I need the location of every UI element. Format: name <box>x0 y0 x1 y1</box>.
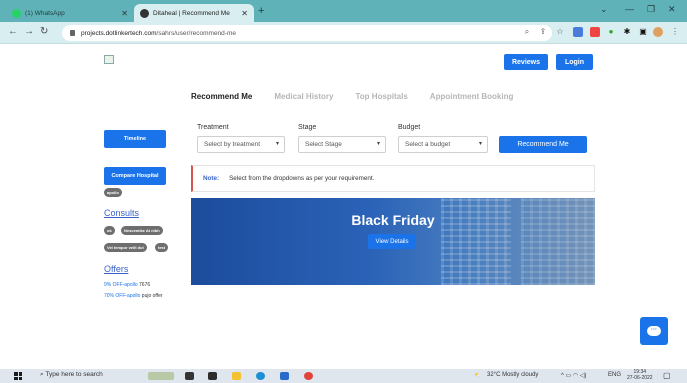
menu-kebab-icon[interactable]: ⋮ <box>670 27 680 37</box>
browser-tabstrip: (1) WhatsApp ✕ Ditaheal | Recommend Me ✕… <box>0 0 687 22</box>
consult-chip[interactable]: test <box>155 243 169 252</box>
extensions-puzzle-icon[interactable]: ✱ <box>622 27 632 37</box>
app-icon[interactable] <box>208 372 217 380</box>
compare-chip[interactable]: apollo <box>104 188 122 197</box>
close-window-icon[interactable]: ✕ <box>668 4 676 15</box>
consult-chip[interactable]: Nescemike At nibh <box>121 226 163 235</box>
timeline-button[interactable]: Timeline <box>104 130 166 148</box>
weather-text[interactable]: 32°C Mostly cloudy <box>487 372 538 378</box>
budget-label: Budget <box>398 124 421 131</box>
tab-title: Ditaheal | Recommend Me <box>153 9 230 17</box>
budget-select[interactable]: Select a budget ▾ <box>398 136 488 153</box>
taskbar-search-placeholder: Type here to search <box>45 371 103 378</box>
maximize-icon[interactable]: ❐ <box>647 4 655 15</box>
offer-item: 70% OFF-apollo pujo offer <box>104 292 164 300</box>
system-tray-icons[interactable]: ^ ▭ ◠ ◁) <box>561 372 586 379</box>
banner-title: Black Friday <box>351 212 435 228</box>
stage-label: Stage <box>298 124 317 131</box>
share-icon[interactable]: ⇪ <box>538 27 548 37</box>
chevron-down-icon: ▾ <box>478 141 482 147</box>
offers-heading[interactable]: Offers <box>104 264 128 274</box>
tab-title: (1) WhatsApp <box>25 9 65 17</box>
consult-chip[interactable]: Vel tempor velit dol <box>104 243 147 252</box>
consults-heading[interactable]: Consults <box>104 208 139 218</box>
language-indicator[interactable]: ENG <box>608 372 621 378</box>
clock[interactable]: 19:34 27-06-2022 <box>627 369 653 381</box>
tab-search-icon[interactable]: ⌄ <box>600 4 608 15</box>
stage-select[interactable]: Select Stage ▾ <box>298 136 386 153</box>
windows-taskbar: ⌕ Type here to search ⛅ 32°C Mostly clou… <box>0 369 687 383</box>
reload-icon[interactable]: ↻ <box>40 26 48 37</box>
budget-value: Select a budget <box>405 141 451 148</box>
view-details-button[interactable]: View Details <box>368 234 416 249</box>
site-icon <box>140 8 149 18</box>
offer-link[interactable]: 9% OFF-apollo <box>104 282 138 288</box>
chat-button[interactable]: ··· <box>640 317 668 345</box>
extension-icon[interactable] <box>590 27 600 37</box>
note-box: Note: Select from the dropdowns as per y… <box>191 165 595 192</box>
chevron-down-icon: ▾ <box>275 141 279 147</box>
treatment-value: Select by treatment <box>204 141 260 148</box>
tab-medical-history[interactable]: Medical History <box>274 92 333 101</box>
offer-link[interactable]: 70% OFF-apollo <box>104 293 140 299</box>
login-button[interactable]: Login <box>556 54 593 70</box>
main-nav: Recommend Me Medical History Top Hospita… <box>191 92 535 101</box>
promo-banner: Black Friday View Details <box>191 198 595 285</box>
sidepanel-icon[interactable]: ▣ <box>638 27 648 37</box>
whatsapp-icon <box>12 8 21 18</box>
file-explorer-icon[interactable] <box>232 372 241 380</box>
tab-whatsapp[interactable]: (1) WhatsApp ✕ <box>6 4 134 22</box>
taskbar-widget-icon[interactable] <box>148 372 174 380</box>
back-icon[interactable]: ← <box>8 26 18 37</box>
address-bar-row: ← → ↻ projects.dotlinkertech.com/sahrs/u… <box>0 22 687 44</box>
windows-start-icon[interactable] <box>14 372 22 380</box>
search-icon[interactable]: ⌕ <box>522 27 532 37</box>
forward-icon[interactable]: → <box>24 26 34 37</box>
lock-icon <box>70 30 75 36</box>
offer-item: 9% OFF-apollo 7676 <box>104 282 150 288</box>
note-label: Note: <box>203 175 220 182</box>
bookmark-star-icon[interactable]: ☆ <box>555 27 565 37</box>
tab-recommend-me[interactable]: Ditaheal | Recommend Me ✕ <box>134 4 254 22</box>
minimize-icon[interactable]: — <box>625 4 634 14</box>
note-text: Select from the dropdowns as per your re… <box>229 175 375 182</box>
tab-top-hospitals[interactable]: Top Hospitals <box>356 92 408 101</box>
compare-hospital-button[interactable]: Compare Hospital <box>104 167 166 185</box>
reviews-button[interactable]: Reviews <box>504 54 548 70</box>
offer-text: pujo offer <box>141 293 163 299</box>
treatment-select[interactable]: Select by treatment ▾ <box>197 136 285 153</box>
logo-image <box>104 55 114 64</box>
close-tab-icon[interactable]: ✕ <box>241 9 248 18</box>
extension-icon[interactable]: ● <box>606 27 616 37</box>
chevron-down-icon: ▾ <box>376 141 380 147</box>
url-input[interactable]: projects.dotlinkertech.com/sahrs/user/re… <box>62 25 552 41</box>
store-icon[interactable] <box>280 372 289 380</box>
treatment-label: Treatment <box>197 124 229 131</box>
recommend-me-button[interactable]: Recommend Me <box>499 136 587 153</box>
taskbar-search[interactable]: ⌕ Type here to search <box>40 371 103 379</box>
weather-icon[interactable]: ⛅ <box>474 372 481 379</box>
stage-value: Select Stage <box>305 141 342 148</box>
close-tab-icon[interactable]: ✕ <box>121 9 128 18</box>
new-tab-icon[interactable]: + <box>258 5 264 17</box>
url-path: /sahrs/user/recommend-me <box>156 29 236 37</box>
tab-appointment-booking[interactable]: Appointment Booking <box>430 92 514 101</box>
extension-icon[interactable] <box>573 27 583 37</box>
consult-chip[interactable]: ok <box>104 226 115 235</box>
url-host: projects.dotlinkertech.com <box>81 29 157 37</box>
offer-text: 7676 <box>139 282 151 288</box>
chat-icon: ··· <box>647 326 661 336</box>
tab-recommend-me-page[interactable]: Recommend Me <box>191 92 252 101</box>
edge-icon[interactable] <box>256 372 265 380</box>
clock-date: 27-06-2022 <box>627 375 653 381</box>
avatar[interactable] <box>653 27 663 37</box>
task-view-icon[interactable] <box>185 372 194 380</box>
notification-icon[interactable]: ▢ <box>663 371 671 380</box>
chrome-icon[interactable] <box>304 372 313 380</box>
